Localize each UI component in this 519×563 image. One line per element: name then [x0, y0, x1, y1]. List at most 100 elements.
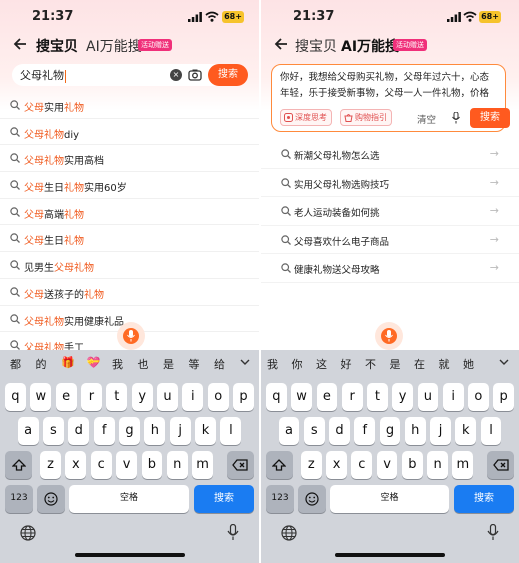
delete-key[interactable] — [226, 451, 254, 479]
key-r[interactable]: r — [81, 383, 102, 411]
key-k[interactable]: k — [195, 417, 216, 445]
candidate-word[interactable]: 的 — [36, 356, 47, 372]
key-n[interactable]: n — [166, 451, 188, 479]
suggestion-item[interactable]: 见男生父母礼物 — [0, 252, 259, 279]
tab-search-items[interactable]: 搜宝贝 — [295, 36, 337, 56]
key-r[interactable]: r — [341, 383, 363, 411]
ai-suggestion-item[interactable]: → 新潮父母礼物怎么选 — [261, 140, 519, 169]
shift-key[interactable] — [266, 451, 293, 479]
candidate-word[interactable]: 等 — [189, 356, 200, 372]
keyboard-search-key[interactable]: 搜索 — [454, 485, 514, 513]
suggestion-item[interactable]: 父母实用礼物 — [0, 92, 259, 119]
globe-icon[interactable] — [281, 525, 297, 545]
key-a[interactable]: a — [278, 417, 300, 445]
globe-icon[interactable] — [20, 525, 36, 545]
key-w[interactable]: w — [291, 383, 312, 411]
clear-icon[interactable]: × — [170, 69, 182, 81]
dictation-mic-icon[interactable] — [487, 523, 499, 545]
key-e[interactable]: e — [55, 383, 77, 411]
space-key[interactable]: 空格 — [330, 485, 449, 513]
candidate-word[interactable]: 就 — [439, 356, 450, 372]
key-d[interactable]: d — [68, 417, 90, 445]
key-g[interactable]: g — [379, 417, 401, 445]
key-z[interactable]: z — [300, 451, 322, 479]
ai-suggestion-item[interactable]: → 父母喜欢什么电子商品 — [261, 226, 519, 254]
candidate-word[interactable]: 在 — [414, 356, 425, 372]
camera-icon[interactable] — [188, 68, 202, 82]
key-i[interactable]: i — [442, 383, 464, 411]
key-s[interactable]: s — [43, 417, 64, 445]
numbers-key[interactable]: 123 — [5, 485, 33, 513]
ai-suggestion-item[interactable]: → 健康礼物送父母攻略 — [261, 254, 519, 283]
voice-float-button[interactable] — [117, 322, 145, 350]
key-k[interactable]: k — [455, 417, 477, 445]
microphone-icon[interactable] — [452, 112, 460, 124]
emoji-key[interactable] — [298, 485, 326, 513]
key-v[interactable]: v — [116, 451, 137, 479]
key-p[interactable]: p — [493, 383, 514, 411]
suggestion-item[interactable]: 父母生日礼物实用60岁 — [0, 172, 259, 199]
key-u[interactable]: u — [417, 383, 439, 411]
back-arrow-icon[interactable] — [273, 36, 289, 52]
key-y[interactable]: y — [131, 383, 153, 411]
key-t[interactable]: t — [367, 383, 388, 411]
key-o[interactable]: o — [468, 383, 489, 411]
key-z[interactable]: z — [40, 451, 61, 479]
key-x[interactable]: x — [326, 451, 347, 479]
suggestion-item[interactable]: 父母礼物实用高档 — [0, 145, 259, 173]
voice-float-button[interactable] — [375, 322, 403, 350]
key-e[interactable]: e — [316, 383, 338, 411]
key-c[interactable]: c — [351, 451, 373, 479]
key-x[interactable]: x — [65, 451, 87, 479]
key-m[interactable]: m — [452, 451, 474, 479]
key-p[interactable]: p — [233, 383, 254, 411]
candidate-word[interactable]: 我 — [267, 356, 278, 372]
key-t[interactable]: t — [106, 383, 128, 411]
shopping-guide-chip[interactable]: 购物指引 — [340, 109, 392, 126]
candidate-word[interactable]: 是 — [390, 356, 401, 372]
key-f[interactable]: f — [354, 417, 376, 445]
ai-suggestion-item[interactable]: → 老人运动装备如何挑 — [261, 197, 519, 226]
key-i[interactable]: i — [182, 383, 204, 411]
candidate-word[interactable]: 她 — [463, 356, 474, 372]
key-j[interactable]: j — [430, 417, 451, 445]
emoji-key[interactable] — [37, 485, 65, 513]
key-j[interactable]: j — [169, 417, 191, 445]
key-s[interactable]: s — [303, 417, 325, 445]
key-v[interactable]: v — [376, 451, 398, 479]
ai-suggestion-item[interactable]: → 实用父母礼物选购技巧 — [261, 169, 519, 197]
candidate-word[interactable]: 我 — [112, 356, 123, 372]
key-b[interactable]: b — [401, 451, 423, 479]
ai-search-button[interactable]: 搜索 — [470, 108, 510, 128]
key-d[interactable]: d — [329, 417, 350, 445]
key-w[interactable]: w — [30, 383, 52, 411]
chevron-down-icon[interactable] — [499, 358, 509, 366]
candidate-word[interactable]: 💝 — [87, 356, 101, 369]
key-g[interactable]: g — [119, 417, 140, 445]
candidate-word[interactable]: 是 — [163, 356, 174, 372]
key-l[interactable]: l — [220, 417, 242, 445]
candidate-word[interactable]: 不 — [365, 356, 376, 372]
key-a[interactable]: a — [17, 417, 39, 445]
key-h[interactable]: h — [404, 417, 426, 445]
tab-ai-search[interactable]: AI万能搜 — [341, 36, 399, 56]
key-y[interactable]: y — [392, 383, 413, 411]
search-input[interactable]: 父母礼物 — [20, 67, 66, 83]
deep-think-chip[interactable]: 深度思考 — [280, 109, 332, 126]
key-m[interactable]: m — [192, 451, 214, 479]
candidate-word[interactable]: 给 — [214, 356, 225, 372]
tab-search-items[interactable]: 搜宝贝 — [36, 36, 78, 56]
suggestion-item[interactable]: 父母送孩子的礼物 — [0, 279, 259, 306]
suggestion-item[interactable]: 父母礼物diy — [0, 119, 259, 146]
key-o[interactable]: o — [207, 383, 229, 411]
key-h[interactable]: h — [144, 417, 166, 445]
key-n[interactable]: n — [427, 451, 448, 479]
candidate-word[interactable]: 🎁 — [61, 356, 75, 369]
chevron-down-icon[interactable] — [240, 358, 250, 366]
keyboard-search-key[interactable]: 搜索 — [194, 485, 254, 513]
candidate-word[interactable]: 这 — [316, 356, 327, 372]
suggestion-item[interactable]: 父母生日礼物 — [0, 225, 259, 253]
dictation-mic-icon[interactable] — [227, 523, 239, 545]
candidate-word[interactable]: 好 — [341, 356, 352, 372]
search-button[interactable]: 搜索 — [208, 64, 248, 86]
